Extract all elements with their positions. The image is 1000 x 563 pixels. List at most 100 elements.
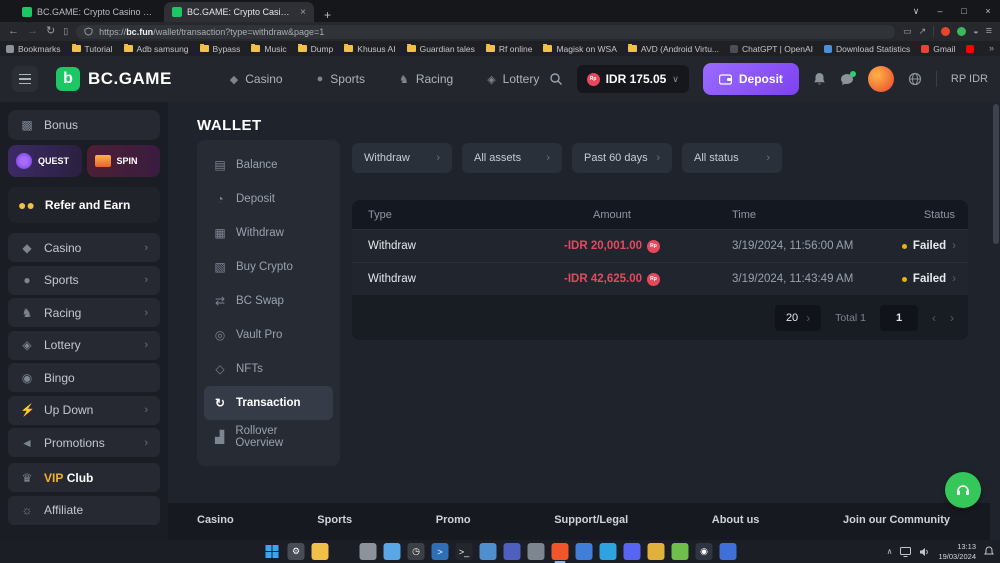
language-globe-icon[interactable] [908,72,922,86]
sidebar-item-casino[interactable]: ◆Casino› [8,233,160,262]
wallet-nav-buy-crypto[interactable]: ▧Buy Crypto [204,250,333,284]
notes-icon[interactable] [672,543,689,560]
footer-column-support-legal[interactable]: Support/Legal [554,514,628,526]
notifications-bell-icon[interactable] [813,72,826,86]
browser-menu-icon[interactable]: ≡ [986,26,992,37]
bookmark-item-download-statistics[interactable]: Download Statistics [824,44,910,54]
sidebar-item-up-down[interactable]: ⚡Up Down› [8,396,160,425]
bookmark-item-bypass[interactable]: Bypass [200,44,241,54]
tray-notifications-icon[interactable] [984,546,994,557]
filter-past-60-days[interactable]: Past 60 days› [572,143,672,173]
wallet-nav-bc-swap[interactable]: ⇄BC Swap [204,284,333,318]
file-explorer-icon[interactable] [312,543,329,560]
page-scrollbar[interactable] [993,104,999,244]
sidebar-item-sports[interactable]: ●Sports› [8,266,160,295]
spin-button[interactable]: SPIN [87,145,161,177]
window-dropdown-icon[interactable]: ∨ [904,6,928,17]
forward-icon[interactable]: → [27,26,38,37]
address-input[interactable]: https://bc.fun/wallet/transaction?type=w… [76,25,895,39]
site-logo[interactable]: b BC.GAME [56,67,172,91]
support-chat-button[interactable] [945,472,981,508]
bookmark-item-magisk-on-wsa[interactable]: Magisk on WSA [543,44,616,54]
header-nav-sports[interactable]: ●Sports [317,72,365,86]
wallet-nav-vault-pro[interactable]: ◎Vault Pro [204,318,333,352]
video-editor-icon[interactable] [528,543,545,560]
footer-column-promo[interactable]: Promo [436,514,471,526]
footer-column-about-us[interactable]: About us [712,514,760,526]
sidebar-item-lottery[interactable]: ◈Lottery› [8,331,160,360]
browser-tab-inactive[interactable]: BC.GAME: Crypto Casino Games & C [14,2,164,22]
bookmark-item-avd-android-virtu[interactable]: AVD (Android Virtu... [628,44,719,54]
bookmark-panel-icon[interactable]: ▯ [63,27,68,36]
next-page-icon[interactable]: › [950,311,954,325]
search-tool-icon[interactable] [336,543,353,560]
user-avatar[interactable] [868,66,894,92]
prev-page-icon[interactable]: ‹ [932,311,936,325]
task-manager-icon[interactable] [576,543,593,560]
sidebar-item-affiliate[interactable]: ☼ Affiliate [8,496,160,525]
balance-selector[interactable]: Rp IDR 175.05 ∨ [577,65,689,93]
bookmark-item-khusus-ai[interactable]: Khusus AI [344,44,395,54]
chat-icon[interactable] [840,73,854,86]
powershell-icon[interactable]: > [432,543,449,560]
bookmark-item-chatgpt-openai[interactable]: ChatGPT | OpenAI [730,44,813,54]
share-icon[interactable]: ↗ [919,27,927,36]
wallet-nav-withdraw[interactable]: ▦Withdraw [204,216,333,250]
discord-icon[interactable] [624,543,641,560]
taskbar-clock[interactable]: 13:13 19/03/2024 [938,542,976,562]
extension-icon[interactable] [941,27,950,36]
chat-extension-icon[interactable]: ◒ [973,27,978,36]
quest-button[interactable]: QUEST [8,145,82,177]
bookmark-item-gmail[interactable]: Gmail [921,44,955,54]
photos-icon[interactable] [384,543,401,560]
window-close-icon[interactable]: × [976,6,1000,16]
filter-all-assets[interactable]: All assets› [462,143,562,173]
wallet-nav-deposit[interactable]: ◔Deposit [204,182,333,216]
reading-list-icon[interactable]: ▭ [903,27,912,36]
reload-icon[interactable]: ↻ [46,26,55,37]
clock-app-icon[interactable]: ◷ [408,543,425,560]
game-bar-icon[interactable] [600,543,617,560]
monitor-app-icon[interactable] [720,543,737,560]
bookmark-item-adb-samsung[interactable]: Adb samsung [124,44,189,54]
search-icon[interactable] [549,72,563,86]
wallet-nav-transaction[interactable]: ↻Transaction [204,386,333,420]
back-icon[interactable]: ← [8,26,19,37]
bookmark-item-youtube[interactable]: YouTube [966,44,978,54]
browser-tab-active[interactable]: BC.GAME: Crypto Casino Games × [164,2,314,22]
filter-withdraw[interactable]: Withdraw› [352,143,452,173]
footer-column-sports[interactable]: Sports [317,514,352,526]
tab-close-icon[interactable]: × [300,7,306,18]
tray-expand-icon[interactable]: ∧ [887,547,893,556]
bookmark-item-guardian-tales[interactable]: Guardian tales [407,44,475,54]
window-restore-icon[interactable]: □ [952,6,976,16]
sidebar-item-racing[interactable]: ♞Racing› [8,298,160,327]
page-size-selector[interactable]: 20 › [775,305,821,331]
settings-icon[interactable]: ⚙ [288,543,305,560]
sidebar-item-promotions[interactable]: ◄Promotions› [8,428,160,457]
remote-desktop-icon[interactable] [480,543,497,560]
bookmarks-overflow-icon[interactable]: » [989,44,994,53]
bookmark-item-bookmarks[interactable]: Bookmarks [6,44,61,54]
sticky-notes-icon[interactable] [648,543,665,560]
brave-browser-icon[interactable] [552,543,569,560]
refer-and-earn-button[interactable]: ●● Refer and Earn [8,187,160,223]
filter-all-status[interactable]: All status› [682,143,782,173]
window-minimize-icon[interactable]: – [928,6,952,16]
header-nav-casino[interactable]: ◆Casino [230,72,283,86]
current-page-box[interactable]: 1 [880,305,918,331]
teams-icon[interactable] [504,543,521,560]
wallet-nav-nfts[interactable]: ◇NFTs [204,352,333,386]
footer-column-casino[interactable]: Casino [197,514,234,526]
tray-display-icon[interactable] [900,547,911,557]
terminal-icon[interactable]: >_ [456,543,473,560]
bookmark-item-rf-online[interactable]: Rf online [486,44,533,54]
bookmark-item-dump[interactable]: Dump [298,44,334,54]
deposit-button[interactable]: Deposit [703,63,799,95]
hamburger-menu-button[interactable] [12,66,38,92]
sidebar-item-bingo[interactable]: ◉Bingo [8,363,160,392]
sidebar-item-vip-club[interactable]: ♛ VIP Club [8,463,160,492]
bookmark-item-tutorial[interactable]: Tutorial [72,44,113,54]
bookmark-item-music[interactable]: Music [251,44,286,54]
tray-volume-icon[interactable] [919,547,930,557]
